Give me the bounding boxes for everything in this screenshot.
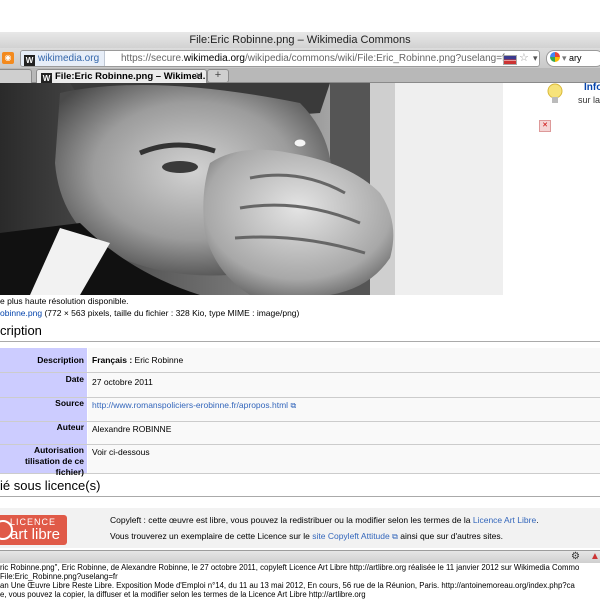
license-text-line1: Copyleft : cette œuvre est libre, vous p… xyxy=(110,515,539,525)
addon-icon[interactable]: ▲ xyxy=(590,551,600,562)
table-row: Description Français : Eric Robinne xyxy=(0,348,600,373)
site-identity-button[interactable]: Wwikimedia.org xyxy=(21,51,106,66)
site-identity-label: wikimedia.org xyxy=(38,53,100,64)
source-link[interactable]: http://www.romanspoliciers-erobinne.fr/a… xyxy=(92,400,288,410)
copyleft-attitude-link[interactable]: site Copyleft Attitude xyxy=(312,531,390,541)
language-label: Français : xyxy=(92,355,133,365)
license-text: Vous trouverez un exemplaire de cette Li… xyxy=(110,531,310,541)
file-image[interactable] xyxy=(0,83,503,295)
status-bar: ⚙ ▲ xyxy=(0,550,600,563)
caption-line: an Une Œuvre Libre Reste Libre. Expositi… xyxy=(0,581,575,590)
row-label: Date xyxy=(0,373,87,397)
url-path: /wikipedia/commons/wiki/File:Eric_Robinn… xyxy=(244,53,509,64)
license-link[interactable]: Licence Art Libre xyxy=(473,515,536,525)
row-label: Autorisation tilisation de ce fichier) xyxy=(0,445,87,477)
tab-bar: W File:Eric Robinne.png – Wikimed... ✕ + xyxy=(0,68,600,83)
row-label: Auteur xyxy=(0,422,87,444)
description-heading: cription xyxy=(0,323,42,338)
row-label: Description xyxy=(0,348,87,372)
portrait-photo xyxy=(0,83,503,295)
url-prefix: https://secure. xyxy=(121,53,184,64)
table-row: Auteur Alexandre ROBINNE xyxy=(0,422,600,445)
search-dropdown-icon[interactable]: ▾ xyxy=(562,53,567,63)
table-row: Date 27 octobre 2011 xyxy=(0,373,600,398)
wikimedia-icon: W xyxy=(24,55,35,66)
file-link[interactable]: obinne.png xyxy=(0,308,42,318)
tab-active[interactable]: W File:Eric Robinne.png – Wikimed... ✕ xyxy=(36,69,207,83)
heading-divider xyxy=(0,496,600,497)
row-value: 27 octobre 2011 xyxy=(88,373,600,397)
info-subtext: sur la xyxy=(578,95,600,105)
star-icon[interactable]: ☆ xyxy=(519,51,529,66)
caption-line: ric Robinne.png", Eric Robinne, de Alexa… xyxy=(0,563,580,572)
row-value: http://www.romanspoliciers-erobinne.fr/a… xyxy=(88,398,600,421)
description-value: Eric Robinne xyxy=(134,355,184,365)
new-tab-icon[interactable]: + xyxy=(207,69,229,83)
tab-label: File:Eric Robinne.png – Wikimed... xyxy=(55,71,207,82)
file-dimensions: (772 × 563 pixels, taille du fichier : 3… xyxy=(44,308,300,318)
navigation-bar: ◉ Wwikimedia.org https://secure.wikimedi… xyxy=(0,48,600,68)
row-value: Alexandre ROBINNE xyxy=(88,422,600,444)
window-title: File:Eric Robinne.png – Wikimedia Common… xyxy=(189,34,411,46)
heading-divider xyxy=(0,341,600,342)
caption-text: ric Robinne.png", Eric Robinne, de Alexa… xyxy=(0,563,600,599)
caption-line: e, vous pouvez la copier, la diffuser et… xyxy=(0,590,366,599)
license-text-end: ainsi que sur d'autres sites. xyxy=(400,531,503,541)
permission-label: Autorisation xyxy=(33,445,84,455)
flag-icon[interactable] xyxy=(503,55,517,65)
external-link-icon: ⧉ xyxy=(392,532,398,541)
window-title-bar: File:Eric Robinne.png – Wikimedia Common… xyxy=(0,32,600,49)
resolution-note: e plus haute résolution disponible. xyxy=(0,296,129,306)
info-link[interactable]: Info xyxy=(584,82,600,93)
dropdown-icon[interactable]: ▾ xyxy=(533,51,538,66)
license-text-line2: Vous trouverez un exemplaire de cette Li… xyxy=(110,531,503,542)
warning-icon: ✕ xyxy=(539,120,551,132)
table-row: Source http://www.romanspoliciers-erobin… xyxy=(0,398,600,422)
feed-icon[interactable]: ◉ xyxy=(2,52,14,64)
search-value: ary xyxy=(569,53,582,63)
punctuation: . xyxy=(536,515,539,525)
caption-line: File:Eric_Robinne.png?uselang=fr xyxy=(0,572,118,581)
file-info-line: obinne.png (772 × 563 pixels, taille du … xyxy=(0,308,299,318)
table-row: Autorisation tilisation de ce fichier) Vo… xyxy=(0,445,600,477)
license-box: LICENCE art libre Copyleft : cette œuvre… xyxy=(0,508,600,548)
logo-bottom-text: art libre xyxy=(10,526,61,543)
url-text[interactable]: https://secure.wikimedia.org/wikipedia/c… xyxy=(121,51,508,66)
license-heading: ié sous licence(s) xyxy=(0,478,101,493)
license-text: Copyleft : cette œuvre est libre, vous p… xyxy=(110,515,471,525)
row-value: Français : Eric Robinne xyxy=(88,348,600,372)
tab-previous[interactable] xyxy=(0,69,32,83)
search-input[interactable]: ▾ ary xyxy=(546,50,600,67)
external-link-icon: ⧉ xyxy=(290,401,297,410)
google-icon[interactable] xyxy=(550,52,560,62)
url-domain: wikimedia.org xyxy=(183,53,245,64)
lightbulb-icon xyxy=(545,82,565,106)
settings-icon[interactable]: ⚙ xyxy=(571,551,580,562)
row-label: Source xyxy=(0,398,87,421)
art-libre-logo: LICENCE art libre xyxy=(0,515,67,545)
address-bar[interactable]: Wwikimedia.org https://secure.wikimedia.… xyxy=(20,50,540,67)
wikimedia-icon: W xyxy=(41,73,52,83)
row-value: Voir ci-dessous xyxy=(88,445,600,473)
permission-sublabel: tilisation de ce fichier) xyxy=(24,456,84,477)
close-icon[interactable]: ✕ xyxy=(195,70,203,83)
